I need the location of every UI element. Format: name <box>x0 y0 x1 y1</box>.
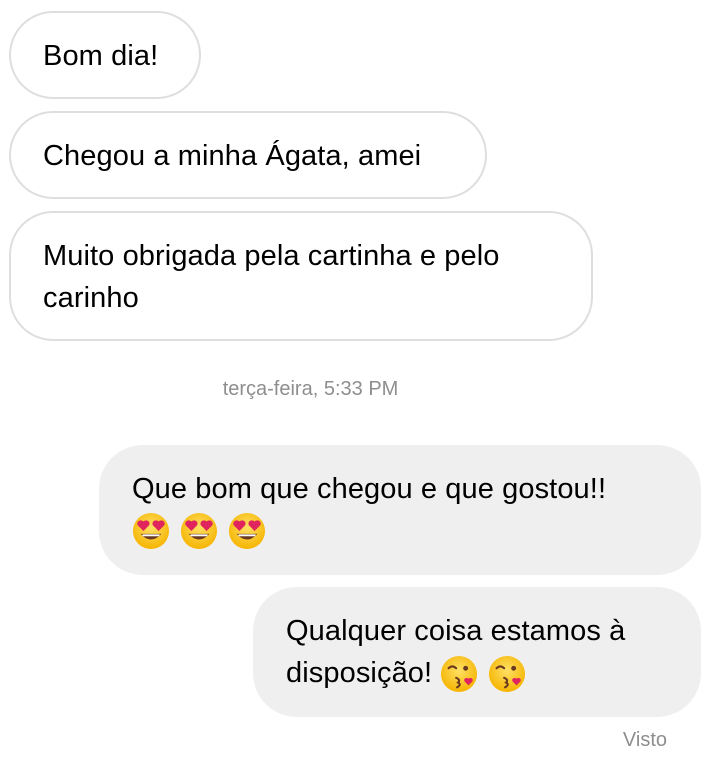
heart-eyes-emoji-icon <box>132 512 170 550</box>
message-line: disposição! <box>286 652 681 694</box>
message-timestamp: terça-feira, 5:33 PM <box>222 378 399 400</box>
kissing-heart-emoji-icon <box>488 655 526 693</box>
message-text: carinho <box>43 282 139 314</box>
incoming-message-bubble[interactable]: Bom dia! <box>9 11 201 99</box>
heart-eyes-emoji-icon <box>180 512 218 550</box>
incoming-message-bubble[interactable]: Muito obrigada pela cartinha e pelo cari… <box>9 211 593 341</box>
emoji-group <box>132 510 681 552</box>
message-text: Muito obrigada pela cartinha e pelo <box>43 240 500 272</box>
outgoing-message-bubble[interactable]: Qualquer coisa estamos à disposição! <box>253 587 701 717</box>
seen-status: Visto <box>622 729 667 751</box>
message-text: Qualquer coisa estamos à <box>286 615 626 647</box>
message-text: Que bom que chegou e que gostou!! <box>132 473 607 505</box>
emoji-group <box>440 655 526 693</box>
message-text: Bom dia! <box>43 40 159 72</box>
incoming-message-bubble[interactable]: Chegou a minha Ágata, amei <box>9 111 487 199</box>
heart-eyes-emoji-icon <box>228 512 266 550</box>
message-text: Chegou a minha Ágata, amei <box>43 140 422 172</box>
message-text: disposição! <box>286 657 433 689</box>
outgoing-message-bubble[interactable]: Que bom que chegou e que gostou!! <box>99 445 701 575</box>
kissing-heart-emoji-icon <box>440 655 478 693</box>
